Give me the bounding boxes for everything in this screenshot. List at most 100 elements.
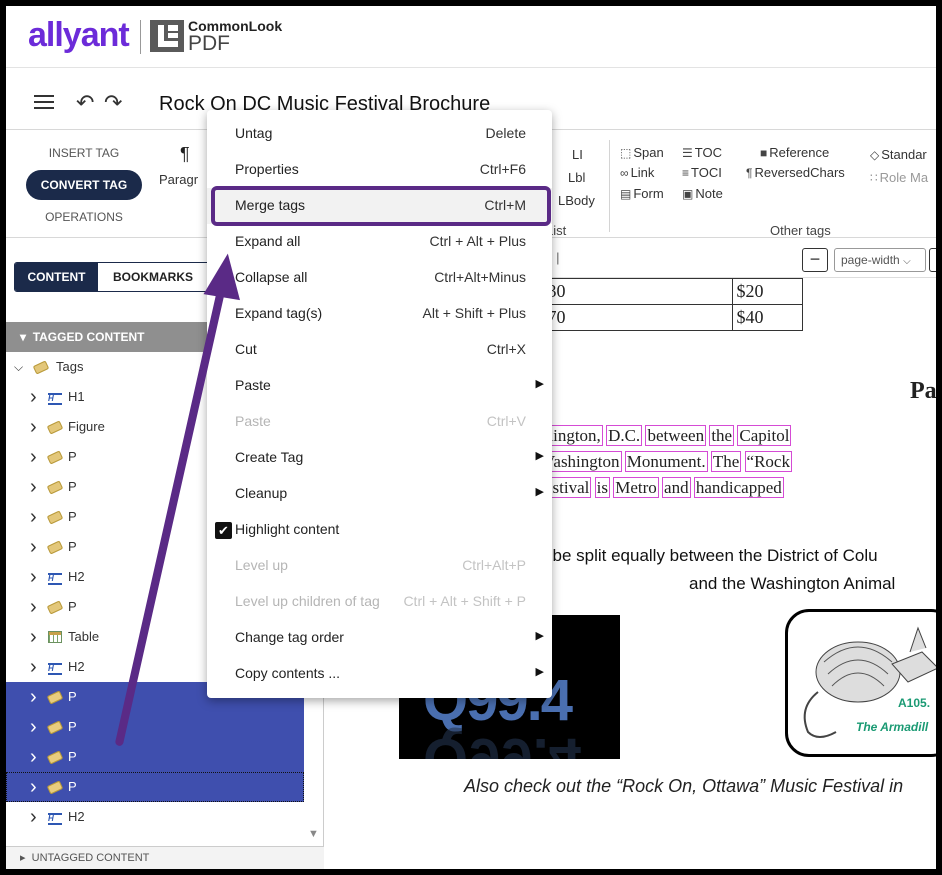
armadillo-name-text: The Armadill: [856, 720, 929, 734]
tree-row[interactable]: › P: [6, 742, 304, 772]
chevron-right-icon[interactable]: ›: [30, 652, 37, 682]
table-icon: [48, 622, 62, 654]
menu-item[interactable]: Properties Ctrl+F6: [207, 152, 552, 188]
tree-row[interactable]: › P: [6, 712, 304, 742]
chevron-right-icon[interactable]: ›: [30, 772, 37, 802]
tag-icon: [46, 412, 64, 443]
highlighted-word: is: [594, 477, 610, 498]
allyant-logo: allyant: [28, 16, 130, 54]
toc-button[interactable]: ☰ TOC: [682, 145, 722, 160]
brand-divider: [140, 20, 141, 54]
highlighted-word: and: [662, 477, 691, 498]
highlighted-word: Capitol: [737, 425, 792, 446]
li-button[interactable]: LI: [572, 147, 583, 162]
chevron-right-icon[interactable]: ›: [30, 622, 37, 652]
q994-logo-reflection: Q99.4: [423, 726, 581, 759]
mode-insert-tag[interactable]: INSERT TAG: [26, 138, 142, 168]
tree-row-label: H2: [68, 809, 85, 824]
table-cell: $70: [533, 304, 733, 331]
link-button[interactable]: ∞ Link: [620, 165, 654, 180]
tab-content[interactable]: CONTENT: [15, 263, 98, 291]
menu-item-shortcut: Alt + Shift + Plus: [422, 305, 527, 321]
highlighted-line-1: shington, D.C. between the Capitol: [536, 425, 792, 446]
highlighted-line-2: Vashington Monument. The “Rock: [541, 451, 792, 472]
menu-item[interactable]: Expand tag(s) Alt + Shift + Plus: [207, 296, 552, 332]
reversedchars-button[interactable]: ¶ ReversedChars: [746, 165, 845, 180]
heading-icon: H: [48, 802, 62, 832]
menu-item[interactable]: Collapse all Ctrl+Alt+Minus: [207, 260, 552, 296]
chevron-right-icon[interactable]: ›: [30, 442, 37, 472]
chevron-right-icon[interactable]: ›: [30, 712, 37, 742]
lbl-button[interactable]: Lbl: [568, 170, 585, 185]
chevron-right-icon[interactable]: ›: [30, 382, 37, 412]
menu-item-label: Highlight content: [235, 521, 340, 537]
span-button[interactable]: ⬚ Span: [620, 145, 664, 160]
menu-item[interactable]: Change tag order ▶: [207, 620, 552, 656]
chevron-right-icon[interactable]: ›: [30, 472, 37, 502]
redo-icon[interactable]: ↷: [104, 90, 122, 116]
undo-icon[interactable]: ↶: [76, 90, 94, 116]
untagged-content-header[interactable]: ▸ UNTAGGED CONTENT: [6, 846, 324, 869]
tag-icon: [46, 742, 64, 773]
chevron-right-icon[interactable]: ›: [30, 682, 37, 712]
menu-item[interactable]: Untag Delete: [207, 116, 552, 152]
heading-icon: H: [48, 652, 62, 682]
role-map-button[interactable]: ∷ Role Ma: [870, 170, 928, 185]
paragraph-icon[interactable]: ¶: [180, 144, 190, 165]
menu-item[interactable]: Copy contents ... ▶: [207, 656, 552, 692]
chevron-right-icon[interactable]: ›: [30, 802, 37, 832]
menu-item-label: Level up children of tag: [235, 593, 380, 609]
zoom-select[interactable]: page-width ⌵: [834, 248, 926, 272]
heading-icon: H: [48, 382, 62, 412]
tag-icon: [32, 352, 50, 383]
highlighted-word: Metro: [613, 477, 659, 498]
menu-item[interactable]: Cut Ctrl+X: [207, 332, 552, 368]
toci-icon: ≡: [682, 166, 690, 180]
menu-item-label: Cut: [235, 341, 257, 357]
menu-item[interactable]: Create Tag ▶: [207, 440, 552, 476]
standard-button[interactable]: ◇ Standar: [870, 147, 927, 162]
tree-row-label: P: [68, 509, 77, 524]
span-icon: ⬚: [620, 146, 632, 160]
reference-button[interactable]: ■ Reference: [760, 145, 829, 160]
paragraph-button-label[interactable]: Paragr: [159, 172, 198, 187]
chevron-right-icon[interactable]: ›: [30, 742, 37, 772]
mode-operations[interactable]: OPERATIONS: [26, 202, 142, 232]
menu-item-label: Change tag order: [235, 629, 344, 645]
checkbox-checked-icon[interactable]: ✔: [215, 522, 232, 539]
tree-row-label: P: [68, 479, 77, 494]
scroll-down-arrow-icon[interactable]: ▼: [308, 828, 319, 840]
context-menu: Untag Delete Properties Ctrl+F6 Merge tags Ct…: [207, 110, 552, 698]
menu-item[interactable]: Cleanup ▶: [207, 476, 552, 512]
tree-row[interactable]: › H H2: [6, 802, 304, 832]
tab-bookmarks[interactable]: BOOKMARKS: [98, 263, 208, 291]
role-map-icon: ∷: [870, 171, 878, 185]
chevron-down-icon[interactable]: ⌵: [14, 352, 23, 382]
chevron-right-icon[interactable]: ›: [30, 502, 37, 532]
tree-row[interactable]: › P: [6, 772, 304, 802]
brand-bar: allyant CommonLook PDF: [6, 6, 936, 68]
armadillo-logo-image: A105. The Armadill: [785, 609, 936, 757]
menu-item-shortcut: Ctrl + Alt + Shift + P: [403, 593, 526, 609]
chevron-right-icon[interactable]: ›: [30, 412, 37, 442]
lbody-button[interactable]: LBody: [558, 193, 595, 208]
chevron-right-icon[interactable]: ›: [30, 562, 37, 592]
menu-item[interactable]: Paste ▶: [207, 368, 552, 404]
reversedchars-icon: ¶: [746, 166, 753, 180]
menu-item[interactable]: ✔ Highlight content: [207, 512, 552, 548]
chevron-right-icon[interactable]: ›: [30, 532, 37, 562]
form-button[interactable]: ▤ Form: [620, 186, 664, 201]
chevron-right-icon[interactable]: ›: [30, 592, 37, 622]
zoom-in-button[interactable]: +: [929, 248, 936, 272]
tree-row-label: P: [68, 539, 77, 554]
note-button[interactable]: ▣ Note: [682, 186, 723, 201]
menu-item[interactable]: Expand all Ctrl + Alt + Plus: [207, 224, 552, 260]
toci-button[interactable]: ≡ TOCI: [682, 165, 722, 180]
tag-icon: [46, 472, 64, 503]
tree-row-label: H2: [68, 569, 85, 584]
annotation-highlight-box: [211, 186, 551, 226]
mode-convert-tag[interactable]: CONVERT TAG: [26, 170, 142, 200]
hamburger-menu-icon[interactable]: [34, 95, 54, 111]
zoom-out-button[interactable]: −: [802, 248, 828, 272]
chevron-down-icon: ⌵: [903, 256, 911, 267]
